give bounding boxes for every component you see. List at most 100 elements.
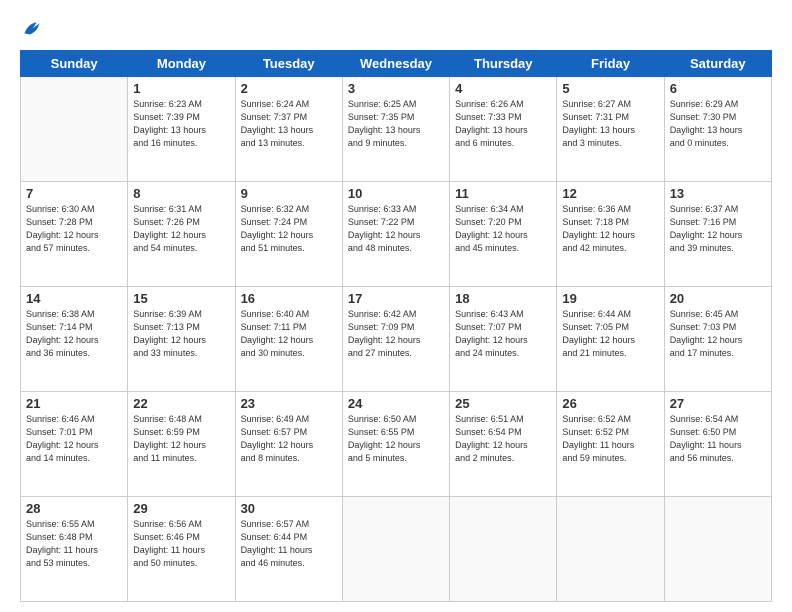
day-info: Sunrise: 6:37 AM Sunset: 7:16 PM Dayligh…: [670, 203, 766, 255]
day-info: Sunrise: 6:25 AM Sunset: 7:35 PM Dayligh…: [348, 98, 444, 150]
day-info: Sunrise: 6:46 AM Sunset: 7:01 PM Dayligh…: [26, 413, 122, 465]
day-number: 27: [670, 396, 766, 411]
day-number: 28: [26, 501, 122, 516]
day-number: 29: [133, 501, 229, 516]
weekday-header-saturday: Saturday: [664, 51, 771, 77]
logo: [20, 18, 44, 40]
day-number: 18: [455, 291, 551, 306]
day-info: Sunrise: 6:32 AM Sunset: 7:24 PM Dayligh…: [241, 203, 337, 255]
week-row-2: 14 Sunrise: 6:38 AM Sunset: 7:14 PM Dayli…: [21, 287, 772, 392]
day-info: Sunrise: 6:23 AM Sunset: 7:39 PM Dayligh…: [133, 98, 229, 150]
weekday-header-sunday: Sunday: [21, 51, 128, 77]
day-info: Sunrise: 6:43 AM Sunset: 7:07 PM Dayligh…: [455, 308, 551, 360]
day-number: 24: [348, 396, 444, 411]
day-number: 4: [455, 81, 551, 96]
calendar-cell: 21 Sunrise: 6:46 AM Sunset: 7:01 PM Dayli…: [21, 392, 128, 497]
day-number: 17: [348, 291, 444, 306]
day-info: Sunrise: 6:55 AM Sunset: 6:48 PM Dayligh…: [26, 518, 122, 570]
calendar-cell: 15 Sunrise: 6:39 AM Sunset: 7:13 PM Dayli…: [128, 287, 235, 392]
calendar-cell: 30Sunrise: 6:57 AM Sunset: 6:44 PM Dayli…: [235, 497, 342, 602]
calendar-cell: [342, 497, 449, 602]
page: SundayMondayTuesdayWednesdayThursdayFrid…: [0, 0, 792, 612]
day-info: Sunrise: 6:45 AM Sunset: 7:03 PM Dayligh…: [670, 308, 766, 360]
calendar-cell: 25 Sunrise: 6:51 AM Sunset: 6:54 PM Dayli…: [450, 392, 557, 497]
week-row-1: 7 Sunrise: 6:30 AM Sunset: 7:28 PM Daylig…: [21, 182, 772, 287]
calendar-cell: 10 Sunrise: 6:33 AM Sunset: 7:22 PM Dayli…: [342, 182, 449, 287]
day-info: Sunrise: 6:50 AM Sunset: 6:55 PM Dayligh…: [348, 413, 444, 465]
day-number: 15: [133, 291, 229, 306]
calendar-cell: 20 Sunrise: 6:45 AM Sunset: 7:03 PM Dayli…: [664, 287, 771, 392]
calendar-cell: 28 Sunrise: 6:55 AM Sunset: 6:48 PM Dayli…: [21, 497, 128, 602]
calendar-cell: [450, 497, 557, 602]
day-info: Sunrise: 6:52 AM Sunset: 6:52 PM Dayligh…: [562, 413, 658, 465]
day-info: Sunrise: 6:27 AM Sunset: 7:31 PM Dayligh…: [562, 98, 658, 150]
calendar-cell: 12 Sunrise: 6:36 AM Sunset: 7:18 PM Dayli…: [557, 182, 664, 287]
day-number: 8: [133, 186, 229, 201]
calendar-cell: 11Sunrise: 6:34 AM Sunset: 7:20 PM Dayli…: [450, 182, 557, 287]
calendar-cell: 26 Sunrise: 6:52 AM Sunset: 6:52 PM Dayli…: [557, 392, 664, 497]
day-number: 26: [562, 396, 658, 411]
calendar-cell: 18 Sunrise: 6:43 AM Sunset: 7:07 PM Dayli…: [450, 287, 557, 392]
day-number: 13: [670, 186, 766, 201]
calendar-cell: 17 Sunrise: 6:42 AM Sunset: 7:09 PM Dayli…: [342, 287, 449, 392]
day-number: 21: [26, 396, 122, 411]
calendar-cell: 23 Sunrise: 6:49 AM Sunset: 6:57 PM Dayli…: [235, 392, 342, 497]
week-row-4: 28 Sunrise: 6:55 AM Sunset: 6:48 PM Dayli…: [21, 497, 772, 602]
day-info: Sunrise: 6:42 AM Sunset: 7:09 PM Dayligh…: [348, 308, 444, 360]
day-number: 2: [241, 81, 337, 96]
day-info: Sunrise: 6:44 AM Sunset: 7:05 PM Dayligh…: [562, 308, 658, 360]
day-info: Sunrise: 6:29 AM Sunset: 7:30 PM Dayligh…: [670, 98, 766, 150]
day-number: 6: [670, 81, 766, 96]
day-number: 5: [562, 81, 658, 96]
calendar-cell: 29 Sunrise: 6:56 AM Sunset: 6:46 PM Dayli…: [128, 497, 235, 602]
weekday-header-wednesday: Wednesday: [342, 51, 449, 77]
day-number: 30: [241, 501, 337, 516]
calendar-cell: 7 Sunrise: 6:30 AM Sunset: 7:28 PM Daylig…: [21, 182, 128, 287]
calendar-cell: 4 Sunrise: 6:26 AM Sunset: 7:33 PM Daylig…: [450, 77, 557, 182]
weekday-header-friday: Friday: [557, 51, 664, 77]
calendar-cell: 13 Sunrise: 6:37 AM Sunset: 7:16 PM Dayli…: [664, 182, 771, 287]
calendar-cell: 19 Sunrise: 6:44 AM Sunset: 7:05 PM Dayli…: [557, 287, 664, 392]
calendar-cell: [21, 77, 128, 182]
day-info: Sunrise: 6:36 AM Sunset: 7:18 PM Dayligh…: [562, 203, 658, 255]
day-info: Sunrise: 6:49 AM Sunset: 6:57 PM Dayligh…: [241, 413, 337, 465]
calendar-cell: 8 Sunrise: 6:31 AM Sunset: 7:26 PM Daylig…: [128, 182, 235, 287]
day-info: Sunrise: 6:30 AM Sunset: 7:28 PM Dayligh…: [26, 203, 122, 255]
header: [20, 18, 772, 40]
day-info: Sunrise: 6:39 AM Sunset: 7:13 PM Dayligh…: [133, 308, 229, 360]
calendar-cell: 27 Sunrise: 6:54 AM Sunset: 6:50 PM Dayli…: [664, 392, 771, 497]
calendar-cell: 6 Sunrise: 6:29 AM Sunset: 7:30 PM Daylig…: [664, 77, 771, 182]
day-info: Sunrise: 6:33 AM Sunset: 7:22 PM Dayligh…: [348, 203, 444, 255]
day-number: 23: [241, 396, 337, 411]
day-info: Sunrise: 6:40 AM Sunset: 7:11 PM Dayligh…: [241, 308, 337, 360]
day-info: Sunrise: 6:56 AM Sunset: 6:46 PM Dayligh…: [133, 518, 229, 570]
day-number: 19: [562, 291, 658, 306]
calendar-cell: [557, 497, 664, 602]
day-info: Sunrise: 6:26 AM Sunset: 7:33 PM Dayligh…: [455, 98, 551, 150]
day-info: Sunrise: 6:38 AM Sunset: 7:14 PM Dayligh…: [26, 308, 122, 360]
calendar-cell: 14 Sunrise: 6:38 AM Sunset: 7:14 PM Dayli…: [21, 287, 128, 392]
day-number: 7: [26, 186, 122, 201]
day-info: Sunrise: 6:24 AM Sunset: 7:37 PM Dayligh…: [241, 98, 337, 150]
day-info: Sunrise: 6:31 AM Sunset: 7:26 PM Dayligh…: [133, 203, 229, 255]
calendar-cell: 2 Sunrise: 6:24 AM Sunset: 7:37 PM Daylig…: [235, 77, 342, 182]
day-number: 12: [562, 186, 658, 201]
day-number: 1: [133, 81, 229, 96]
day-info: Sunrise: 6:48 AM Sunset: 6:59 PM Dayligh…: [133, 413, 229, 465]
week-row-0: 1 Sunrise: 6:23 AM Sunset: 7:39 PM Daylig…: [21, 77, 772, 182]
day-info: Sunrise: 6:54 AM Sunset: 6:50 PM Dayligh…: [670, 413, 766, 465]
day-number: 25: [455, 396, 551, 411]
day-info: Sunrise: 6:51 AM Sunset: 6:54 PM Dayligh…: [455, 413, 551, 465]
day-number: 20: [670, 291, 766, 306]
week-row-3: 21 Sunrise: 6:46 AM Sunset: 7:01 PM Dayli…: [21, 392, 772, 497]
calendar-table: SundayMondayTuesdayWednesdayThursdayFrid…: [20, 50, 772, 602]
day-number: 10: [348, 186, 444, 201]
day-number: 22: [133, 396, 229, 411]
calendar-cell: 5 Sunrise: 6:27 AM Sunset: 7:31 PM Daylig…: [557, 77, 664, 182]
calendar-cell: [664, 497, 771, 602]
day-number: 14: [26, 291, 122, 306]
calendar-cell: 22 Sunrise: 6:48 AM Sunset: 6:59 PM Dayli…: [128, 392, 235, 497]
day-number: 16: [241, 291, 337, 306]
calendar-cell: 3Sunrise: 6:25 AM Sunset: 7:35 PM Daylig…: [342, 77, 449, 182]
weekday-header-tuesday: Tuesday: [235, 51, 342, 77]
